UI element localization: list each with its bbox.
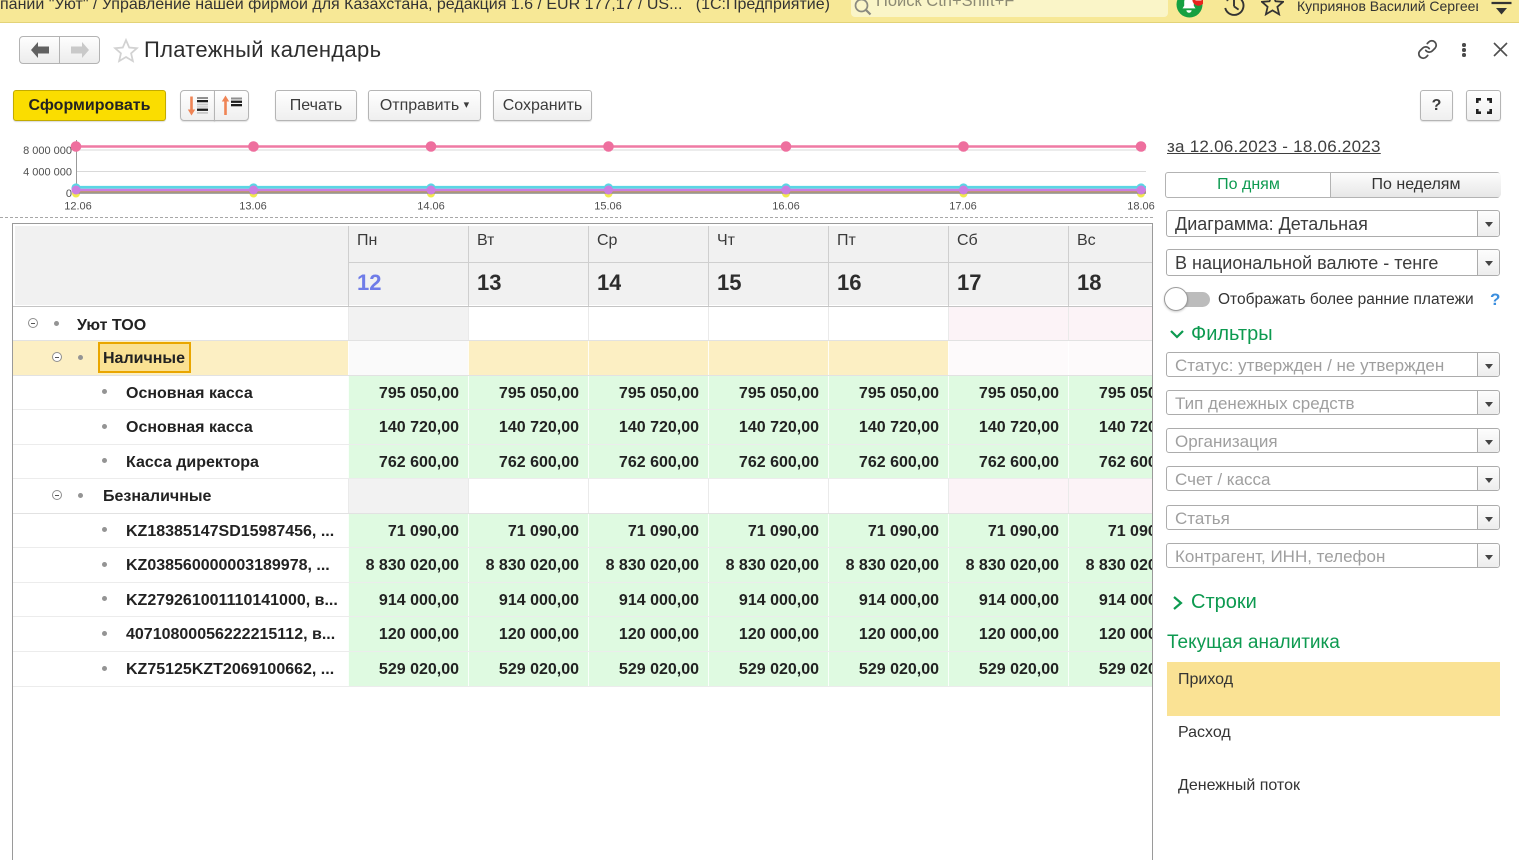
svg-text:15.06: 15.06 (594, 201, 622, 213)
svg-text:13.06: 13.06 (239, 201, 267, 213)
svg-text:16.06: 16.06 (772, 201, 800, 213)
svg-text:18.06: 18.06 (1127, 201, 1155, 213)
svg-text:8 000 000: 8 000 000 (23, 145, 72, 157)
svg-text:12.06: 12.06 (64, 201, 92, 213)
svg-text:17.06: 17.06 (949, 201, 977, 213)
svg-text:14.06: 14.06 (417, 201, 445, 213)
svg-text:4 000 000: 4 000 000 (23, 167, 72, 179)
svg-text:0: 0 (66, 188, 72, 200)
